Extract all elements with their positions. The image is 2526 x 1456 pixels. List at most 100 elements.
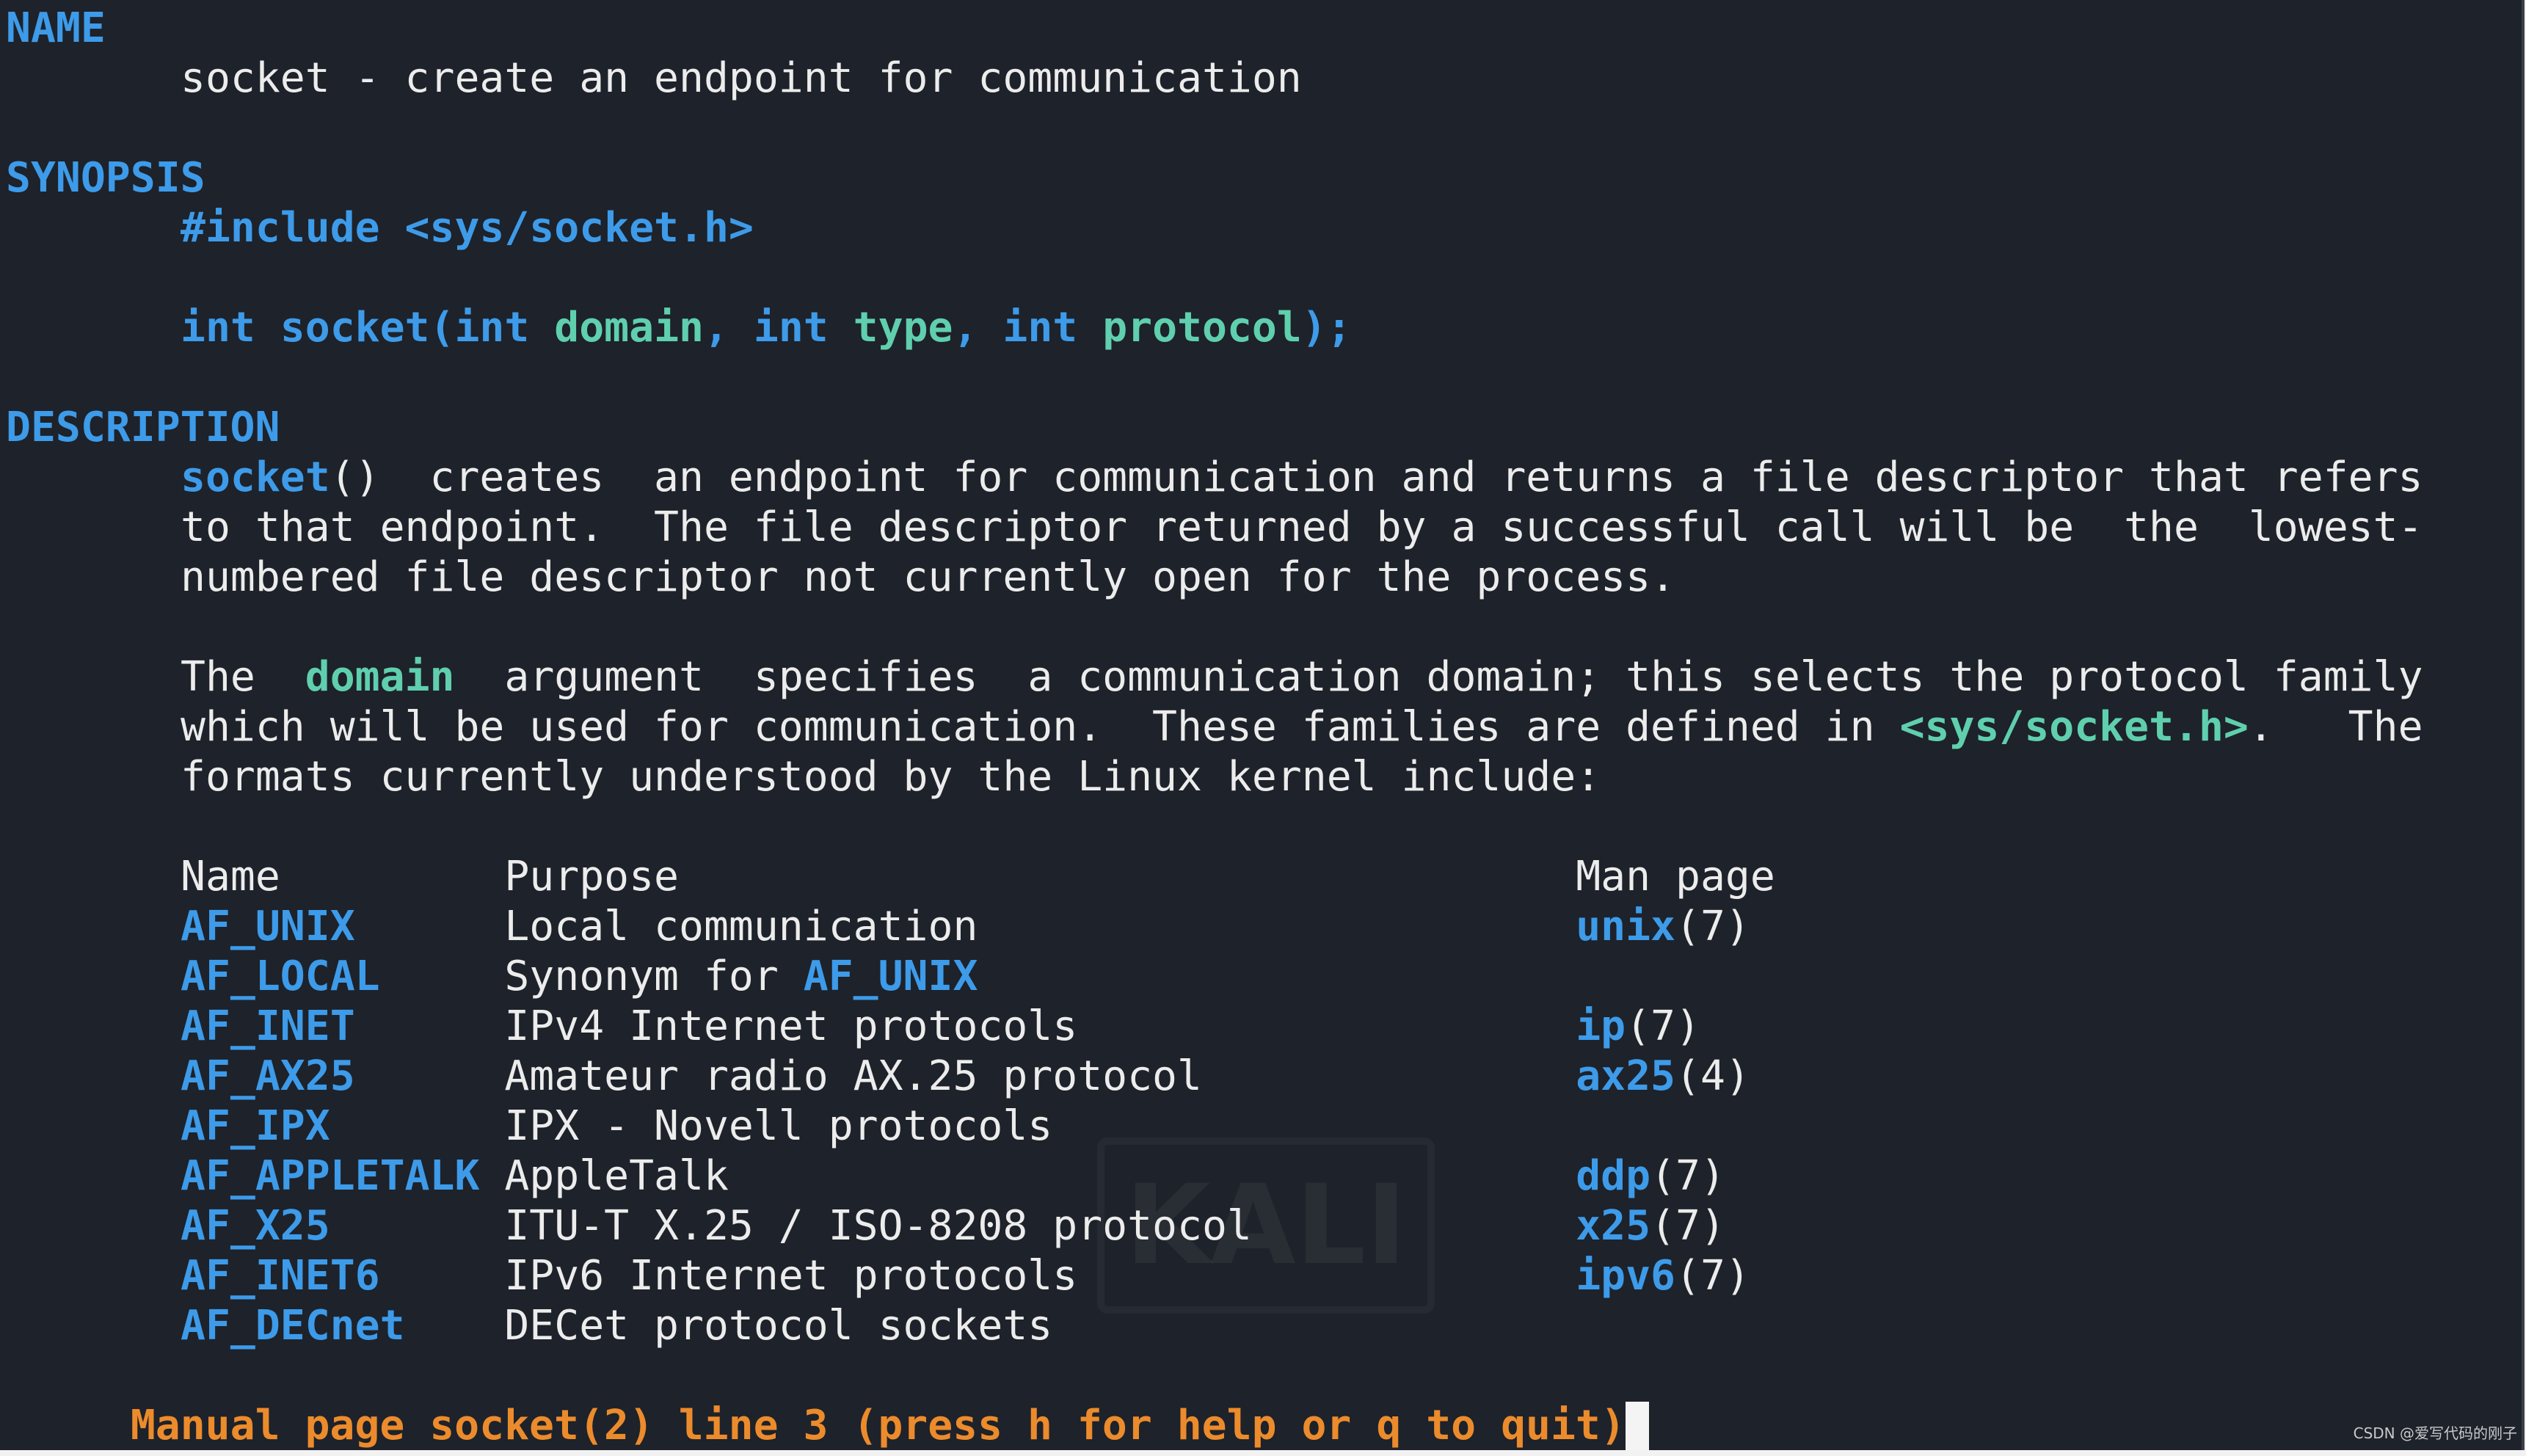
argument-text: <sys/socket.h> xyxy=(1899,703,2249,751)
bold-text: #include <sys/socket.h> xyxy=(181,204,754,252)
name-cell: AF_LOCAL xyxy=(181,952,380,1002)
section-heading: SYNOPSIS xyxy=(6,153,205,203)
column-header: Purpose xyxy=(504,853,679,900)
plain-text: () creates an endpoint for communication… xyxy=(330,454,2423,501)
column-header: Man page xyxy=(1576,853,1775,900)
purpose-text: ITU-T X.25 / ISO-8208 protocol xyxy=(504,1202,1252,1250)
purpose-cell: Purpose xyxy=(504,852,679,902)
man-page-link: x25 xyxy=(1576,1202,1651,1250)
purpose-text: AppleTalk xyxy=(504,1152,729,1200)
purpose-cell: Amateur radio AX.25 protocol xyxy=(504,1052,1202,1102)
purpose-cell: AppleTalk xyxy=(504,1151,729,1201)
plain-text: formats currently understood by the Linu… xyxy=(181,753,1601,801)
purpose-text: DECet protocol sockets xyxy=(504,1302,1053,1350)
text-line: The domain argument specifies a communic… xyxy=(181,652,2423,702)
purpose-text: Amateur radio AX.25 protocol xyxy=(504,1052,1202,1100)
plain-text: socket - create an endpoint for communic… xyxy=(181,54,1302,102)
address-family-name: AF_INET6 xyxy=(181,1252,380,1300)
address-family-name: AF_LOCAL xyxy=(181,953,380,1000)
address-family-name: AF_UNIX xyxy=(181,903,355,950)
text-line: socket() creates an endpoint for communi… xyxy=(181,453,2423,503)
man-page-cell: ipv6(7) xyxy=(1576,1251,1750,1301)
pager-status-line: Manual page socket(2) line 3 (press h fo… xyxy=(31,1351,1649,1450)
text-line: which will be used for communication. Th… xyxy=(181,702,2423,752)
purpose-cell: Local communication xyxy=(504,902,978,952)
purpose-cell: IPX - Novell protocols xyxy=(504,1102,1052,1151)
name-cell: AF_APPLETALK xyxy=(181,1151,479,1201)
bold-text: , int xyxy=(953,304,1103,352)
csdn-credit: CSDN @爱写代码的刚子 xyxy=(2353,1424,2517,1442)
purpose-text: AF_UNIX xyxy=(803,953,978,1000)
man-section: (7) xyxy=(1675,903,1750,950)
name-cell: AF_AX25 xyxy=(181,1052,355,1102)
address-family-name: AF_DECnet xyxy=(181,1302,405,1350)
purpose-cell: ITU-T X.25 / ISO-8208 protocol xyxy=(504,1201,1252,1251)
plain-text: . The xyxy=(2248,703,2423,751)
man-page-cell: ax25(4) xyxy=(1576,1052,1750,1102)
section-heading: DESCRIPTION xyxy=(6,403,280,453)
man-page-cell: unix(7) xyxy=(1576,902,1750,952)
name-cell: AF_IPX xyxy=(181,1102,330,1151)
plain-text: numbered file descriptor not currently o… xyxy=(181,553,1676,601)
argument-text: domain xyxy=(305,653,455,701)
purpose-text: Synonym for xyxy=(504,953,804,1000)
plain-text: which will be used for communication. Th… xyxy=(181,703,1900,751)
man-page-cell: ip(7) xyxy=(1576,1002,1700,1052)
text-line: socket - create an endpoint for communic… xyxy=(181,54,1302,103)
purpose-text: Local communication xyxy=(504,903,978,950)
purpose-text: IPv6 Internet protocols xyxy=(504,1252,1078,1300)
address-family-name: AF_AX25 xyxy=(181,1052,355,1100)
name-cell: AF_INET xyxy=(181,1002,355,1052)
terminal-window[interactable]: KALI NAME socket - create an endpoint for… xyxy=(0,0,2525,1450)
man-section: (7) xyxy=(1675,1252,1750,1300)
bold-text: ); xyxy=(1301,304,1352,352)
name-cell: AF_DECnet xyxy=(181,1301,405,1351)
argument-text: domain xyxy=(554,304,704,352)
address-family-name: AF_APPLETALK xyxy=(181,1152,480,1200)
plain-text: The xyxy=(181,653,305,701)
address-family-name: AF_INET xyxy=(181,1002,355,1050)
name-cell: AF_INET6 xyxy=(181,1251,380,1301)
purpose-text: IPv4 Internet protocols xyxy=(504,1002,1078,1050)
text-line: to that endpoint. The file descriptor re… xyxy=(181,503,2423,553)
bold-text: , int xyxy=(703,304,853,352)
name-cell: AF_UNIX xyxy=(181,902,355,952)
man-section: (7) xyxy=(1650,1152,1725,1200)
purpose-cell: IPv6 Internet protocols xyxy=(504,1251,1077,1301)
argument-text: type xyxy=(853,304,953,352)
text-line: numbered file descriptor not currently o… xyxy=(181,553,1675,603)
man-page-cell: Man page xyxy=(1576,852,1775,902)
purpose-cell: DECet protocol sockets xyxy=(504,1301,1052,1351)
name-cell: AF_X25 xyxy=(181,1201,330,1251)
man-page-link: unix xyxy=(1576,903,1675,950)
text-line: int socket(int domain, int type, int pro… xyxy=(181,303,1352,353)
plain-text: argument specifies a communication domai… xyxy=(454,653,2423,701)
name-cell: Name xyxy=(181,852,280,902)
purpose-cell: IPv4 Internet protocols xyxy=(504,1002,1077,1052)
status-text: Manual page socket(2) line 3 (press h fo… xyxy=(130,1402,1626,1449)
bold-text: SYNOPSIS xyxy=(6,154,205,202)
plain-text: to that endpoint. The file descriptor re… xyxy=(181,503,2423,551)
text-line: formats currently understood by the Linu… xyxy=(181,752,1601,802)
purpose-cell: Synonym for AF_UNIX xyxy=(504,952,978,1002)
section-heading: NAME xyxy=(6,4,106,54)
bold-text: DESCRIPTION xyxy=(6,404,280,451)
bold-text: socket xyxy=(181,454,330,501)
man-page-cell: ddp(7) xyxy=(1576,1151,1725,1201)
purpose-text: IPX - Novell protocols xyxy=(504,1102,1053,1150)
address-family-name: AF_IPX xyxy=(181,1102,330,1150)
argument-text: protocol xyxy=(1102,304,1302,352)
man-page-link: ddp xyxy=(1576,1152,1651,1200)
man-section: (4) xyxy=(1675,1052,1750,1100)
bold-text: NAME xyxy=(6,4,106,52)
address-family-name: AF_X25 xyxy=(181,1202,330,1250)
man-page-cell: x25(7) xyxy=(1576,1201,1725,1251)
text-cursor xyxy=(1625,1402,1649,1450)
man-page-link: ax25 xyxy=(1576,1052,1675,1100)
man-page-link: ipv6 xyxy=(1576,1252,1675,1300)
man-section: (7) xyxy=(1650,1202,1725,1250)
bold-text: int socket(int xyxy=(181,304,555,352)
column-header: Name xyxy=(181,853,280,900)
man-section: (7) xyxy=(1626,1002,1700,1050)
text-line: #include <sys/socket.h> xyxy=(181,203,754,253)
